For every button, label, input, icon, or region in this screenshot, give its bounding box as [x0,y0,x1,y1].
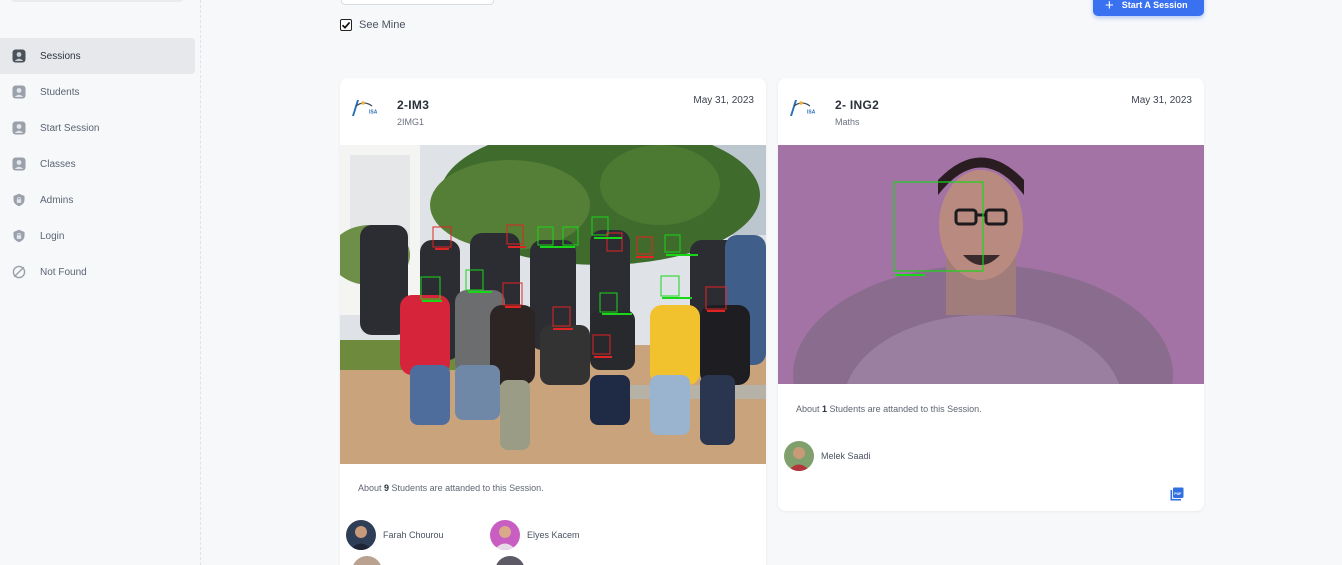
not-found-icon [12,265,26,279]
sidebar-item-not-found[interactable]: Not Found [0,254,195,290]
webcam-photo [778,145,1204,384]
sidebar-item-label: Login [40,230,65,242]
user-icon [12,121,26,135]
session-title: 2-IM3 [397,98,430,112]
session-card[interactable]: ISA 2- ING2 Maths May 31, 2023 About 1 S… [778,78,1204,511]
user-icon [12,85,26,99]
search-input[interactable] [341,0,494,5]
svg-text:PDF: PDF [1174,492,1182,496]
sidebar-top-element[interactable] [10,0,184,2]
sidebar-item-sessions[interactable]: Sessions [0,38,195,74]
see-mine-label: See Mine [359,19,406,31]
lock-icon [12,193,26,207]
avatar [495,556,525,565]
see-mine-checkbox[interactable] [340,19,352,31]
svg-text:ISA: ISA [807,110,816,116]
school-logo: ISA [352,100,378,116]
sidebar-item-label: Students [40,86,80,98]
sidebar-item-label: Admins [40,194,74,206]
school-logo: ISA [790,100,816,116]
session-date: May 31, 2023 [693,95,754,106]
group-photo [340,145,766,464]
attendance-prefix: About [796,404,823,414]
sidebar-nav: Sessions Students Start Session Classes … [0,38,201,290]
sidebar: Sessions Students Start Session Classes … [0,0,201,565]
avatar [346,520,376,550]
session-card[interactable]: ISA 2-IM3 2IMG1 May 31, 2023 About 9 Stu… [340,78,766,565]
pdf-icon[interactable]: PDF [1170,487,1184,501]
sidebar-item-start-session[interactable]: Start Session [0,110,195,146]
session-class: Maths [835,117,860,127]
avatar [784,441,814,471]
student-chip[interactable]: Melek Saadi [784,441,871,471]
sidebar-item-login[interactable]: Login [0,218,195,254]
checkmark-icon [341,21,351,29]
lock-icon [12,229,26,243]
see-mine-toggle[interactable]: See Mine [340,19,405,31]
attendance-suffix: Students are attanded to this Session. [827,404,982,414]
user-icon [12,157,26,171]
sidebar-item-students[interactable]: Students [0,74,195,110]
student-name: Elyes Kacem [527,530,580,540]
session-title: 2- ING2 [835,98,880,112]
attendance-summary: About 1 Students are attanded to this Se… [796,404,982,414]
sidebar-item-label: Not Found [40,266,87,278]
sidebar-item-label: Classes [40,158,76,170]
sidebar-item-label: Start Session [40,122,100,134]
sidebar-item-admins[interactable]: Admins [0,182,195,218]
user-icon [12,49,26,63]
start-session-button[interactable]: + Start A Session [1093,0,1204,16]
plus-icon: + [1105,0,1114,14]
session-date: May 31, 2023 [1131,95,1192,106]
attendance-summary: About 9 Students are attanded to this Se… [358,483,544,493]
student-chip[interactable]: Elyes Kacem [490,520,580,550]
attendance-suffix: Students are attanded to this Session. [389,483,544,493]
sidebar-item-classes[interactable]: Classes [0,146,195,182]
student-name: Farah Chourou [383,530,444,540]
svg-text:ISA: ISA [369,110,378,116]
sidebar-item-label: Sessions [40,50,81,62]
avatar [490,520,520,550]
attendance-prefix: About [358,483,385,493]
session-class: 2IMG1 [397,117,425,127]
start-session-label: Start A Session [1121,0,1188,10]
avatar [352,556,382,565]
student-name: Melek Saadi [821,451,871,461]
student-chip[interactable]: Farah Chourou [346,520,444,550]
